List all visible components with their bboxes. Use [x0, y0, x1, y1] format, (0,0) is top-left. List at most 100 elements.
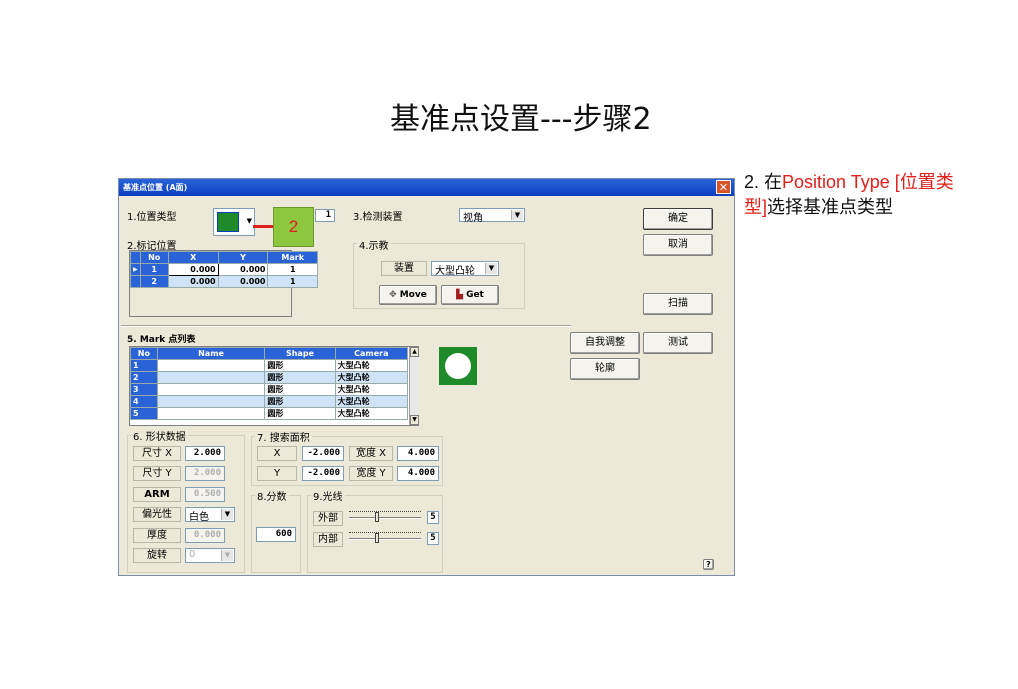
cell-mark[interactable]: 1 [267, 275, 318, 288]
cell-name[interactable] [156, 371, 266, 384]
search-y-label: Y [257, 466, 297, 481]
callout-number: 2 [288, 217, 299, 236]
device-value: 大型凸轮 [435, 266, 475, 277]
search-area-label: 7. 搜索面积 [255, 429, 312, 444]
cell-no: 1 [139, 263, 169, 276]
search-x-field[interactable]: -2.000 [302, 446, 344, 461]
callout-box: 2 [273, 207, 314, 247]
divider [121, 325, 571, 327]
outer-value: 5 [427, 511, 439, 524]
slider-ticks [349, 532, 421, 533]
scroll-down-icon[interactable]: ▼ [410, 415, 419, 425]
help-button[interactable]: ? [703, 559, 714, 570]
search-y-field[interactable]: -2.000 [302, 466, 344, 481]
ok-button[interactable]: 确定 [643, 208, 713, 230]
chevron-down-icon: ▼ [511, 210, 523, 220]
width-y-field[interactable]: 4.000 [397, 466, 439, 481]
chevron-down-icon: ▼ [221, 509, 233, 520]
rotation-value: 0 [189, 549, 196, 560]
slider-thumb[interactable] [375, 533, 379, 543]
slider-ticks [349, 511, 421, 512]
rotation-label: 旋转 [133, 548, 181, 563]
device-select[interactable]: 大型凸轮 ▼ [431, 261, 499, 277]
table-row[interactable]: 1 圆形 大型凸轮 [130, 359, 409, 372]
detector-label: 3.检测装置 [353, 212, 403, 223]
device-label: 装置 [381, 261, 427, 276]
move-button[interactable]: ✥ Move [379, 285, 437, 305]
cell-camera[interactable]: 大型凸轮 [334, 395, 409, 408]
field-1[interactable]: 1 [315, 209, 335, 222]
chevron-down-icon: ▼ [246, 217, 252, 225]
cell-name[interactable] [156, 383, 266, 396]
cell-shape[interactable]: 圆形 [264, 371, 336, 384]
chevron-down-icon: ▼ [221, 550, 233, 561]
chevron-down-icon: ▼ [485, 263, 497, 274]
scroll-up-icon[interactable]: ▲ [410, 347, 419, 357]
close-button[interactable]: ✕ [716, 180, 731, 194]
contour-button[interactable]: 轮廓 [570, 358, 640, 380]
cell-camera[interactable]: 大型凸轮 [334, 359, 409, 372]
cell-no: 3 [130, 383, 158, 396]
get-button-label: Get [466, 290, 484, 300]
detector-select[interactable]: 视角 ▼ [459, 208, 525, 224]
slider-thumb[interactable] [375, 512, 379, 522]
mark-list-scrollbar[interactable]: ▲ ▼ [409, 347, 419, 425]
table-row[interactable]: 3 圆形 大型凸轮 [130, 383, 409, 396]
cell-y[interactable]: 0.000 [217, 263, 269, 276]
column-header: Mark [267, 251, 318, 264]
position-type-dropdown[interactable]: ▼ [213, 208, 255, 236]
table-row[interactable]: 2 圆形 大型凸轮 [130, 371, 409, 384]
move-button-label: Move [399, 290, 427, 300]
cell-mark[interactable]: 1 [267, 263, 318, 276]
cell-no: 2 [139, 275, 169, 288]
size-x-field[interactable]: 2.000 [185, 446, 225, 461]
get-button[interactable]: ▙ Get [441, 285, 499, 305]
size-x-label: 尺寸 X [133, 446, 181, 461]
slider-track [349, 517, 421, 519]
cell-x[interactable]: 0.000 [167, 275, 219, 288]
cell-shape[interactable]: 圆形 [264, 383, 336, 396]
table-row[interactable]: ▶ 1 0.000 0.000 1 [130, 263, 318, 276]
inner-value: 5 [427, 532, 439, 545]
note-suffix: 选择基准点类型 [767, 197, 894, 217]
cell-y[interactable]: 0.000 [217, 275, 269, 288]
arm-field[interactable]: 0.500 [185, 487, 225, 502]
cell-name[interactable] [156, 395, 266, 408]
size-y-field[interactable]: 2.000 [185, 466, 225, 481]
rotation-select[interactable]: 0 ▼ [185, 548, 235, 563]
cell-name[interactable] [156, 359, 266, 372]
cell-no: 1 [130, 359, 158, 372]
cell-camera[interactable]: 大型凸轮 [334, 371, 409, 384]
cell-shape[interactable]: 圆形 [264, 407, 336, 420]
table-row[interactable]: 2 0.000 0.000 1 [130, 275, 318, 288]
inner-label: 内部 [313, 532, 343, 547]
polarity-select[interactable]: 白色 ▼ [185, 507, 235, 523]
cell-shape[interactable]: 圆形 [264, 395, 336, 408]
scan-button[interactable]: 扫描 [643, 293, 713, 315]
test-button[interactable]: 测试 [643, 332, 713, 354]
thickness-field[interactable]: 0.000 [185, 528, 225, 543]
position-type-label: 1.位置类型 [127, 212, 177, 223]
cell-shape[interactable]: 圆形 [264, 359, 336, 372]
cell-x[interactable]: 0.000 [167, 263, 219, 276]
inner-light-slider[interactable] [349, 532, 421, 543]
cell-camera[interactable]: 大型凸轮 [334, 383, 409, 396]
cancel-button[interactable]: 取消 [643, 234, 713, 256]
score-field[interactable]: 600 [256, 527, 296, 542]
mark-list-table: No Name Shape Camera 1 圆形 大型凸轮 2 圆形 大型凸轮… [130, 347, 409, 420]
width-x-field[interactable]: 4.000 [397, 446, 439, 461]
mark-position-table: No X Y Mark ▶ 1 0.000 0.000 1 2 0.000 0.… [130, 251, 318, 288]
table-row[interactable]: 5 圆形 大型凸轮 [130, 407, 409, 420]
cell-name[interactable] [156, 407, 266, 420]
column-header: Name [156, 347, 266, 360]
cell-camera[interactable]: 大型凸轮 [334, 407, 409, 420]
score-label: 8.分数 [255, 488, 289, 503]
outer-light-slider[interactable] [349, 511, 421, 522]
row-indicator-header [130, 251, 141, 264]
cell-no: 2 [130, 371, 158, 384]
slider-track [349, 538, 421, 540]
light-label: 9.光线 [311, 488, 345, 503]
green-square-icon [217, 212, 239, 232]
table-row[interactable]: 4 圆形 大型凸轮 [130, 395, 409, 408]
self-adjust-button[interactable]: 自我调整 [570, 332, 640, 354]
